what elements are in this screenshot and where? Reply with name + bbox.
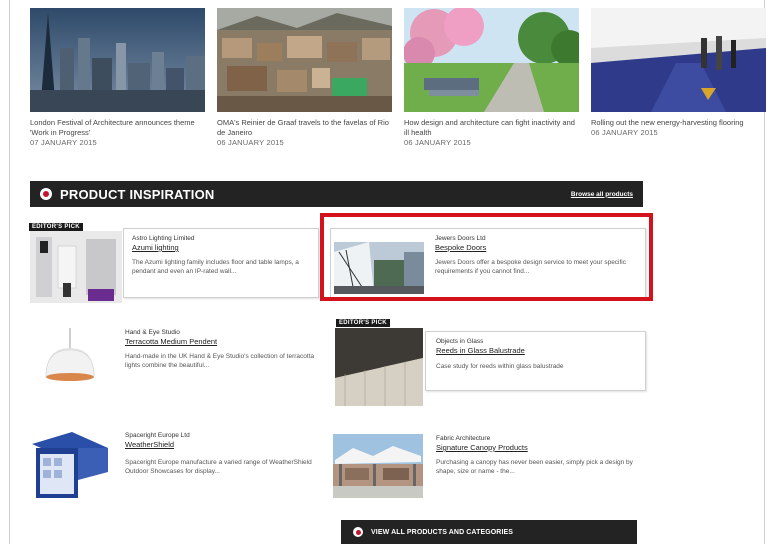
brand-logo-icon xyxy=(353,527,363,537)
view-all-products-button[interactable]: VIEW ALL PRODUCTS AND CATEGORIES xyxy=(341,520,637,544)
product-name-link[interactable]: Azumi lighting xyxy=(132,243,179,252)
news-image-park[interactable] xyxy=(404,8,579,112)
news-title[interactable]: Rolling out the new energy-harvesting fl… xyxy=(591,118,766,128)
view-all-label: VIEW ALL PRODUCTS AND CATEGORIES xyxy=(371,528,514,536)
product-inspiration-header: PRODUCT INSPIRATION Browse all products xyxy=(30,181,643,207)
editors-pick-badge: EDITOR'S PICK xyxy=(29,223,83,231)
news-image-favela[interactable] xyxy=(217,8,392,112)
product-image-azumi-lamps[interactable] xyxy=(30,231,122,303)
product-name-link[interactable]: Reeds in Glass Balustrade xyxy=(436,346,525,355)
product-brand: Hand & Eye Studio xyxy=(125,329,180,336)
product-image-pendant-lamp[interactable] xyxy=(34,328,106,390)
news-title[interactable]: How design and architecture can fight in… xyxy=(404,118,579,138)
product-brand: Fabric Architecture xyxy=(436,435,491,442)
product-image-canopy[interactable] xyxy=(333,434,423,498)
news-title[interactable]: OMA's Reinier de Graaf travels to the fa… xyxy=(217,118,392,138)
news-item[interactable]: Rolling out the new energy-harvesting fl… xyxy=(591,8,766,138)
product-name-link[interactable]: WeatherShield xyxy=(125,440,174,449)
news-date: 06 JANUARY 2015 xyxy=(217,138,284,147)
product-brand: Objects in Glass xyxy=(436,338,484,345)
product-description: Case study for reeds within glass balust… xyxy=(436,363,564,370)
page-border-left xyxy=(9,0,10,544)
product-description: Spaceright Europe manufacture a varied r… xyxy=(125,459,312,475)
section-title: PRODUCT INSPIRATION xyxy=(60,186,215,202)
product-brand: Astro Lighting Limited xyxy=(132,235,195,242)
product-name-link[interactable]: Signature Canopy Products xyxy=(436,443,528,452)
product-image-glass-balustrade[interactable] xyxy=(335,328,423,406)
product-image-weathershield-showcase[interactable] xyxy=(28,430,112,502)
brand-logo-icon xyxy=(40,188,52,200)
news-image-london-skyline[interactable] xyxy=(30,8,205,112)
product-description: Hand-made in the UK Hand & Eye Studio's … xyxy=(125,353,315,369)
news-image-station-floor[interactable] xyxy=(591,8,766,112)
news-title[interactable]: London Festival of Architecture announce… xyxy=(30,118,205,138)
highlight-box xyxy=(320,213,653,301)
news-item[interactable]: How design and architecture can fight in… xyxy=(404,8,579,148)
browse-all-products-link[interactable]: Browse all products xyxy=(571,191,633,198)
editors-pick-badge: EDITOR'S PICK xyxy=(336,319,390,327)
product-name-link[interactable]: Terracotta Medium Pendent xyxy=(125,337,217,346)
news-item[interactable]: London Festival of Architecture announce… xyxy=(30,8,205,148)
news-item[interactable]: OMA's Reinier de Graaf travels to the fa… xyxy=(217,8,392,148)
news-date: 06 JANUARY 2015 xyxy=(404,138,471,147)
product-brand: Spaceright Europe Ltd xyxy=(125,432,190,439)
product-description: Purchasing a canopy has never been easie… xyxy=(436,459,633,475)
news-date: 07 JANUARY 2015 xyxy=(30,138,97,147)
news-date: 06 JANUARY 2015 xyxy=(591,128,658,137)
product-description: The Azumi lighting family includes floor… xyxy=(132,259,299,275)
